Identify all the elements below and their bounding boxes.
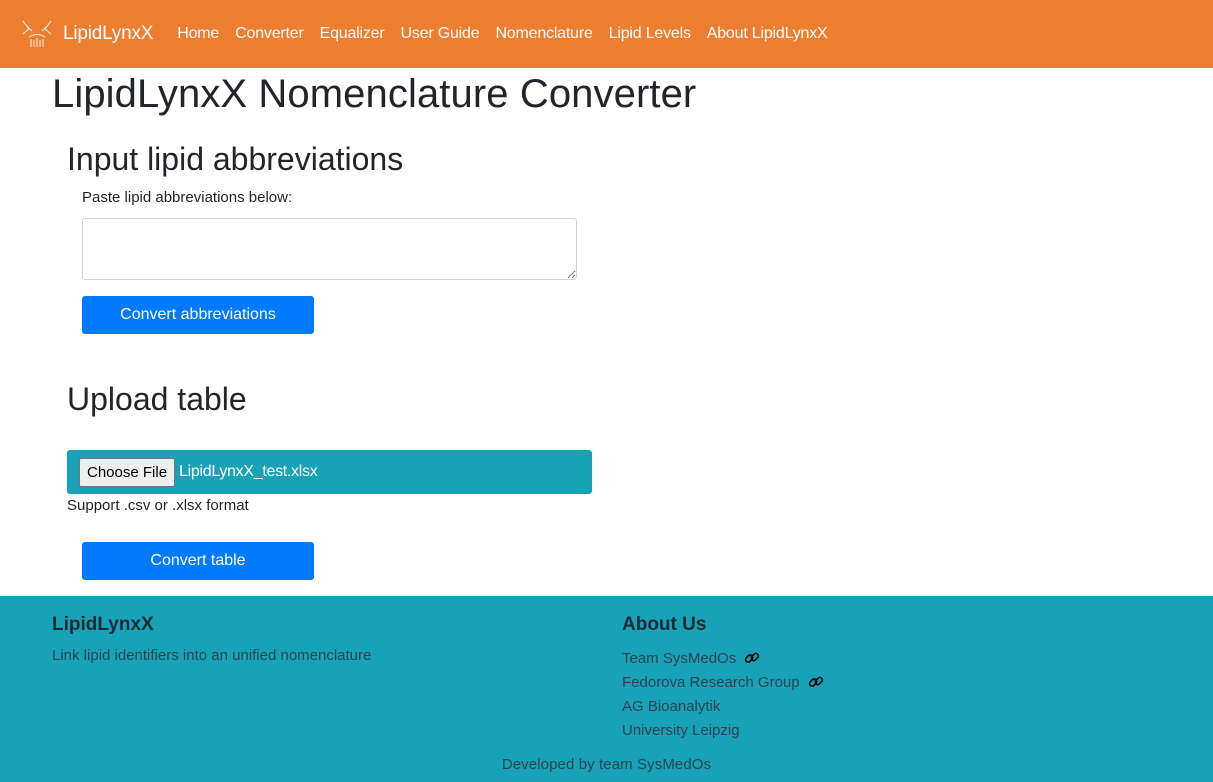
footer-tagline: Link lipid identifiers into an unified n… xyxy=(52,647,372,664)
nav-link-about[interactable]: About LipidLynxX xyxy=(699,25,836,43)
about-item-fedorova-group[interactable]: Fedorova Research Group xyxy=(622,670,825,694)
link-icon[interactable] xyxy=(807,673,825,691)
abbreviations-textarea[interactable] xyxy=(82,218,577,280)
nav-link-equalizer[interactable]: Equalizer xyxy=(312,25,393,43)
about-item-ag-bioanalytik: AG Bioanalytik xyxy=(622,694,825,718)
footer: LipidLynxX Link lipid identifiers into a… xyxy=(0,596,1213,782)
top-navbar: LipidLynxX Home Converter Equalizer User… xyxy=(0,0,1213,68)
format-hint: Support .csv or .xlsx format xyxy=(67,497,249,514)
selected-file-name: LipidLynxX_test.xlsx xyxy=(179,463,318,480)
brand-name: LipidLynxX xyxy=(63,23,154,44)
about-us-title: About Us xyxy=(622,614,707,635)
paste-label: Paste lipid abbreviations below: xyxy=(82,189,293,206)
nav-link-user-guide[interactable]: User Guide xyxy=(393,25,488,43)
about-item-university-leipzig: University Leipzig xyxy=(622,718,825,742)
upload-section-title: Upload table xyxy=(67,381,247,417)
nav-link-nomenclature[interactable]: Nomenclature xyxy=(487,25,600,43)
navbar-brand[interactable]: LipidLynxX xyxy=(20,17,153,51)
about-us-list: Team SysMedOs Fedorova Research Group AG… xyxy=(622,646,825,742)
choose-file-button[interactable]: Choose File xyxy=(79,457,176,487)
lynx-logo-icon xyxy=(20,17,54,51)
convert-table-button[interactable]: Convert table xyxy=(82,542,314,580)
nav-link-home[interactable]: Home xyxy=(169,25,227,43)
footer-brand: LipidLynxX xyxy=(52,614,154,635)
about-item-label: AG Bioanalytik xyxy=(622,697,721,715)
page-title: LipidLynxX Nomenclature Converter xyxy=(52,72,697,116)
nav-link-lipid-levels[interactable]: Lipid Levels xyxy=(601,25,699,43)
convert-abbreviations-button[interactable]: Convert abbreviations xyxy=(82,296,314,334)
input-section-title: Input lipid abbreviations xyxy=(67,141,404,177)
link-icon[interactable] xyxy=(743,649,761,667)
nav-links: Home Converter Equalizer User Guide Nome… xyxy=(169,25,835,43)
about-item-label[interactable]: Fedorova Research Group xyxy=(622,674,800,691)
about-item-team-sysmedos[interactable]: Team SysMedOs xyxy=(622,646,825,670)
about-item-label[interactable]: Team SysMedOs xyxy=(622,650,736,667)
about-item-label: University Leipzig xyxy=(622,721,740,739)
footer-credit: Developed by team SysMedOs xyxy=(501,756,712,773)
nav-link-converter[interactable]: Converter xyxy=(227,25,311,43)
file-upload-field[interactable]: Choose File LipidLynxX_test.xlsx xyxy=(67,450,592,494)
